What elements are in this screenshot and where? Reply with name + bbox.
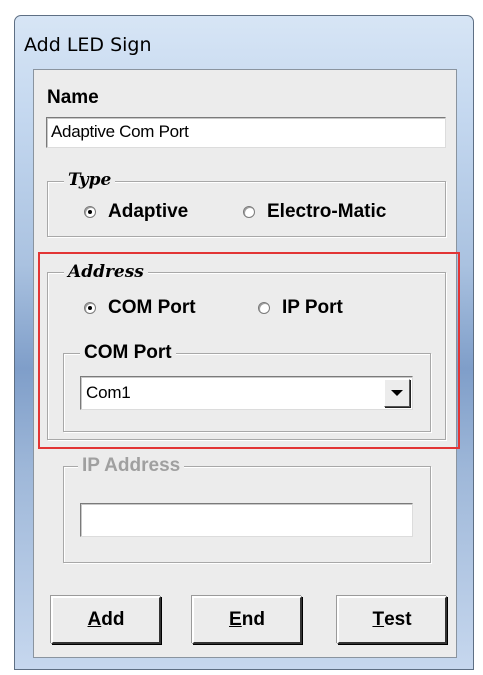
end-button-label: nd: [241, 609, 265, 630]
end-button-mnemonic: E: [229, 609, 242, 630]
add-button[interactable]: Add: [51, 596, 161, 644]
test-button-label: est: [384, 609, 412, 630]
end-button[interactable]: End: [192, 596, 302, 644]
name-label: Name: [47, 87, 99, 108]
window-title: Add LED Sign: [24, 34, 152, 56]
address-highlight-box: [38, 252, 460, 449]
type-electromatic-label: Electro-Matic: [267, 201, 387, 222]
radio-unselected-icon: [243, 206, 255, 218]
test-button-mnemonic: T: [372, 609, 385, 630]
add-button-label: dd: [101, 609, 125, 630]
ip-address-input[interactable]: [80, 503, 413, 537]
test-button[interactable]: Test: [337, 596, 447, 644]
type-adaptive-radio[interactable]: Adaptive: [84, 201, 188, 223]
type-group-legend: Type: [64, 169, 116, 191]
type-adaptive-label: Adaptive: [108, 201, 189, 222]
type-electromatic-radio[interactable]: Electro-Matic: [243, 201, 386, 223]
ip-address-group-legend: IP Address: [78, 455, 185, 477]
name-input[interactable]: Adaptive Com Port: [46, 117, 446, 148]
add-button-mnemonic: A: [87, 609, 102, 630]
radio-selected-icon: [84, 206, 96, 218]
